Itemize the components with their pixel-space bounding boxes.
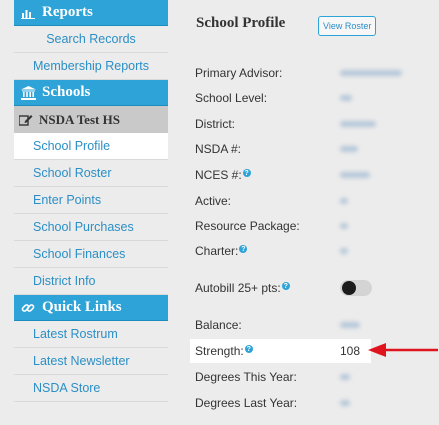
sidebar: Reports Search Records Membership Report… xyxy=(14,0,168,425)
help-icon[interactable]: ? xyxy=(244,345,253,353)
institution-icon xyxy=(20,85,36,100)
schools-header: Schools xyxy=(14,80,168,106)
sidebar-item-label: School Purchases xyxy=(33,220,134,234)
help-icon[interactable]: ? xyxy=(242,169,251,177)
field-label: School Level: xyxy=(195,91,268,105)
schools-title: Schools xyxy=(42,84,91,100)
arrow-annotation-icon xyxy=(368,343,438,357)
sidebar-item-label: District Info xyxy=(33,274,96,288)
sidebar-item-district-info[interactable]: District Info xyxy=(14,268,168,295)
sidebar-item-school-roster[interactable]: School Roster xyxy=(14,160,168,187)
sidebar-item-label: School Finances xyxy=(33,247,126,261)
school-name-header: NSDA Test HS xyxy=(14,106,168,133)
field-degrees-last-year: Degrees Last Year: xyxy=(190,391,371,415)
field-charter: Charter:? xyxy=(190,239,371,263)
sidebar-item-school-finances[interactable]: School Finances xyxy=(14,241,168,268)
field-label: Degrees Last Year: xyxy=(195,396,298,410)
field-label: NCES #:? xyxy=(195,168,251,182)
help-icon[interactable]: ? xyxy=(281,282,290,290)
sidebar-item-nsda-store[interactable]: NSDA Store xyxy=(14,375,168,402)
field-nces-number: NCES #:? xyxy=(190,163,371,187)
sidebar-item-search-records[interactable]: Search Records xyxy=(14,26,168,53)
sidebar-item-label: Search Records xyxy=(46,32,136,46)
field-label-text: Strength: xyxy=(195,344,244,358)
autobill-toggle[interactable] xyxy=(340,280,372,296)
sidebar-item-label: School Roster xyxy=(33,166,112,180)
field-label: NSDA #: xyxy=(195,142,242,156)
sidebar-item-label: Latest Newsletter xyxy=(33,354,130,368)
field-label: Resource Package: xyxy=(195,219,300,233)
field-label-text: NCES #: xyxy=(195,168,242,182)
field-active: Active: xyxy=(190,189,371,213)
field-resource-package: Resource Package: xyxy=(190,214,371,238)
quick-links-header: Quick Links xyxy=(14,295,168,321)
field-label: Active: xyxy=(195,194,232,208)
reports-header: Reports xyxy=(14,0,168,26)
field-label: Primary Advisor: xyxy=(195,66,283,80)
field-nsda-number: NSDA #: xyxy=(190,137,371,161)
field-autobill: Autobill 25+ pts:? xyxy=(190,276,372,300)
field-school-level: School Level: xyxy=(190,86,371,110)
sidebar-item-label: NSDA Store xyxy=(33,381,101,395)
bar-chart-icon xyxy=(20,7,36,19)
field-district: District: xyxy=(190,112,376,136)
sidebar-item-label: Enter Points xyxy=(33,193,102,207)
sidebar-item-enter-points[interactable]: Enter Points xyxy=(14,187,168,214)
sidebar-item-latest-newsletter[interactable]: Latest Newsletter xyxy=(14,348,168,375)
help-icon[interactable]: ? xyxy=(239,245,248,253)
field-label: District: xyxy=(195,117,235,131)
edit-icon xyxy=(19,114,33,126)
field-primary-advisor: Primary Advisor: xyxy=(190,61,402,85)
field-label-text: Charter: xyxy=(195,244,239,258)
school-name: NSDA Test HS xyxy=(39,111,120,127)
field-degrees-this-year: Degrees This Year: xyxy=(190,365,371,389)
sidebar-item-label: Membership Reports xyxy=(32,59,149,73)
field-label: Charter:? xyxy=(195,244,248,258)
reports-title: Reports xyxy=(42,4,93,20)
view-roster-button[interactable]: View Roster xyxy=(318,16,377,36)
field-label: Degrees This Year: xyxy=(195,370,297,384)
profile-panel: School Profile View Roster Primary Advis… xyxy=(190,0,439,425)
field-balance: Balance: xyxy=(190,313,371,337)
sidebar-item-school-purchases[interactable]: School Purchases xyxy=(14,214,168,241)
sidebar-item-school-profile[interactable]: School Profile xyxy=(14,133,168,160)
page-title: School Profile xyxy=(196,15,286,31)
field-label-text: Autobill 25+ pts: xyxy=(195,281,281,295)
field-strength: Strength:? 108 xyxy=(190,339,371,363)
link-icon xyxy=(20,301,36,315)
field-label: Balance: xyxy=(195,318,242,332)
sidebar-item-label: Latest Rostrum xyxy=(33,327,118,341)
toggle-knob xyxy=(342,281,356,295)
field-label: Autobill 25+ pts:? xyxy=(195,281,290,295)
sidebar-item-latest-rostrum[interactable]: Latest Rostrum xyxy=(14,321,168,348)
sidebar-item-membership-reports[interactable]: Membership Reports xyxy=(14,53,168,80)
quick-links-title: Quick Links xyxy=(42,299,122,315)
sidebar-item-label: School Profile xyxy=(33,139,111,153)
field-label: Strength:? xyxy=(195,344,253,358)
strength-value: 108 xyxy=(340,344,361,358)
